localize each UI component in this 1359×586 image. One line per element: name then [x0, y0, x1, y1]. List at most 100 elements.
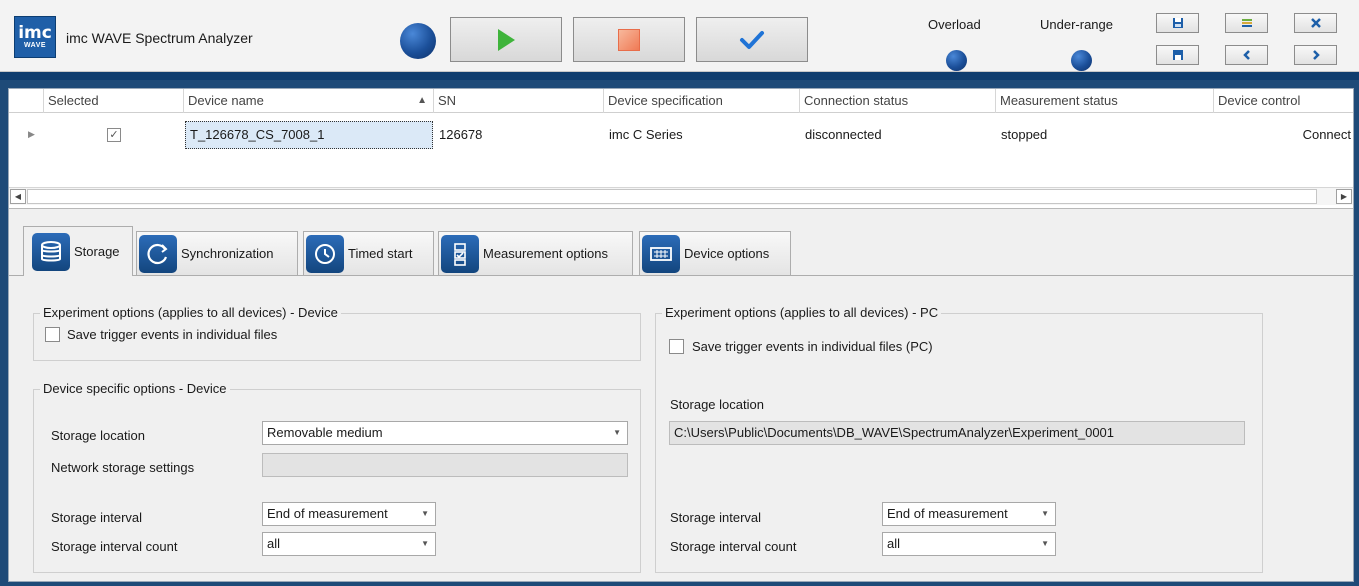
tab-strip-divider: [9, 275, 1353, 276]
logo-subtext: WAVE: [23, 41, 47, 49]
group-title: Experiment options (applies to all devic…: [40, 305, 341, 320]
group-title: Experiment options (applies to all devic…: [662, 305, 942, 320]
header-divider: [0, 72, 1359, 80]
group-title: Device specific options - Device: [40, 381, 230, 396]
tab-storage[interactable]: Storage: [23, 226, 133, 276]
pc-storage-interval-label: Storage interval: [670, 510, 762, 525]
column-header-connection-status[interactable]: Connection status: [799, 89, 995, 113]
column-header-measurement-status[interactable]: Measurement status: [995, 89, 1213, 113]
apply-button[interactable]: [696, 17, 808, 62]
stop-icon: [618, 28, 640, 51]
clock-icon: [306, 234, 344, 273]
logo-text: imc: [18, 22, 52, 43]
storage-interval-count-select[interactable]: all ▼: [262, 532, 436, 556]
measurement-status-cell: stopped: [1001, 127, 1048, 142]
title-bar: imc WAVE imc WAVE Spectrum Analyzer Over…: [0, 0, 1359, 72]
scroll-thumb[interactable]: [27, 189, 1317, 204]
checkbox-label: Save trigger events in individual files …: [692, 339, 933, 354]
main-panel: Selected Device name ▲ SN Device specifi…: [8, 88, 1354, 582]
device-grid: Selected Device name ▲ SN Device specifi…: [9, 89, 1353, 209]
start-measurement-button[interactable]: [450, 17, 562, 62]
grid-header: Selected Device name ▲ SN Device specifi…: [9, 89, 1353, 113]
device-name-cell[interactable]: T_126678_CS_7008_1: [185, 121, 433, 149]
chevron-down-icon: ▼: [421, 509, 429, 518]
network-storage-field: [262, 453, 628, 477]
column-header-sn[interactable]: SN: [433, 89, 603, 113]
save-as-icon: [1172, 50, 1183, 60]
tab-label: Device options: [684, 246, 770, 261]
pc-storage-interval-count-label: Storage interval count: [670, 539, 797, 554]
column-header-device-name[interactable]: Device name ▲: [183, 89, 433, 113]
tab-label: Synchronization: [181, 246, 274, 261]
chevron-left-icon: [1242, 50, 1250, 60]
checkmark-icon: [740, 30, 764, 49]
overload-indicator: [946, 50, 967, 71]
save-as-button[interactable]: [1156, 45, 1199, 65]
save-trigger-events-checkbox[interactable]: [45, 327, 60, 342]
storage-interval-label: Storage interval: [51, 510, 143, 525]
tab-measurement-options[interactable]: Measurement options: [438, 231, 633, 275]
pc-storage-interval-select[interactable]: End of measurement ▼: [882, 502, 1056, 526]
storage-location-select[interactable]: Removable medium ▼: [262, 421, 628, 445]
select-value: End of measurement: [267, 506, 388, 521]
device-experiment-options-group: Experiment options (applies to all devic…: [33, 305, 641, 361]
device-specific-options-group: Device specific options - Device Storage…: [33, 381, 641, 573]
tab-label: Timed start: [348, 246, 413, 261]
column-header-label: Device name: [188, 93, 264, 108]
sn-cell: 126678: [439, 127, 483, 142]
scroll-right-icon[interactable]: ▶: [1336, 189, 1352, 204]
row-selected-checkbox[interactable]: ✓: [107, 128, 121, 142]
chevron-down-icon: ▼: [613, 428, 621, 437]
specification-cell: imc C Series: [609, 127, 683, 142]
select-value: Removable medium: [267, 425, 383, 440]
column-header-device-control[interactable]: Device control: [1213, 89, 1353, 113]
overload-label: Overload: [928, 17, 981, 32]
save-trigger-events-pc-checkbox[interactable]: [669, 339, 684, 354]
column-header-device-specification[interactable]: Device specification: [603, 89, 799, 113]
table-row[interactable]: ▶ ✓ T_126678_CS_7008_1 126678 imc C Seri…: [9, 121, 1353, 149]
network-storage-label: Network storage settings: [51, 460, 195, 475]
tab-device-options[interactable]: Device options: [639, 231, 791, 275]
tab-synchronization[interactable]: Synchronization: [136, 231, 298, 275]
pc-storage-location-label: Storage location: [670, 397, 764, 412]
underrange-label: Under-range: [1040, 17, 1113, 32]
sync-icon: [139, 234, 177, 273]
connect-link[interactable]: Connect: [1213, 121, 1353, 149]
checklist-icon: [441, 234, 479, 273]
chevron-down-icon: ▼: [421, 539, 429, 548]
app-title: imc WAVE Spectrum Analyzer: [66, 30, 253, 46]
database-icon: [32, 232, 70, 271]
select-value: End of measurement: [887, 506, 1008, 521]
column-header-selected[interactable]: Selected: [43, 89, 183, 113]
tab-label: Measurement options: [483, 246, 609, 261]
storage-interval-select[interactable]: End of measurement ▼: [262, 502, 436, 526]
next-button[interactable]: [1294, 45, 1337, 65]
pc-storage-location-field: C:\Users\Public\Documents\DB_WAVE\Spectr…: [669, 421, 1245, 445]
stop-measurement-button[interactable]: [573, 17, 685, 62]
horizontal-scrollbar[interactable]: ◀ ▶: [9, 187, 1353, 205]
pc-storage-interval-count-select[interactable]: all ▼: [882, 532, 1056, 556]
tab-timed-start[interactable]: Timed start: [303, 231, 434, 275]
storage-interval-count-label: Storage interval count: [51, 539, 178, 554]
menu-button[interactable]: [1225, 13, 1268, 33]
save-button[interactable]: [1156, 13, 1199, 33]
select-value: all: [267, 536, 281, 551]
pc-experiment-options-group: Experiment options (applies to all devic…: [655, 305, 1263, 573]
underrange-indicator: [1071, 50, 1092, 71]
app-logo: imc WAVE: [14, 16, 56, 58]
status-indicator: [400, 23, 436, 59]
scroll-left-icon[interactable]: ◀: [10, 189, 26, 204]
list-icon: [1241, 19, 1252, 27]
storage-location-label: Storage location: [51, 428, 145, 443]
row-indicator-icon: ▶: [28, 129, 35, 139]
connection-status-cell: disconnected: [805, 127, 882, 142]
select-value: all: [887, 536, 901, 551]
chevron-right-icon: [1312, 50, 1320, 60]
previous-button[interactable]: [1225, 45, 1268, 65]
close-button[interactable]: [1294, 13, 1337, 33]
device-icon: [642, 234, 680, 273]
chevron-down-icon: ▼: [1041, 509, 1049, 518]
close-icon: [1310, 18, 1321, 28]
checkbox-label: Save trigger events in individual files: [67, 327, 278, 342]
play-icon: [497, 28, 515, 51]
